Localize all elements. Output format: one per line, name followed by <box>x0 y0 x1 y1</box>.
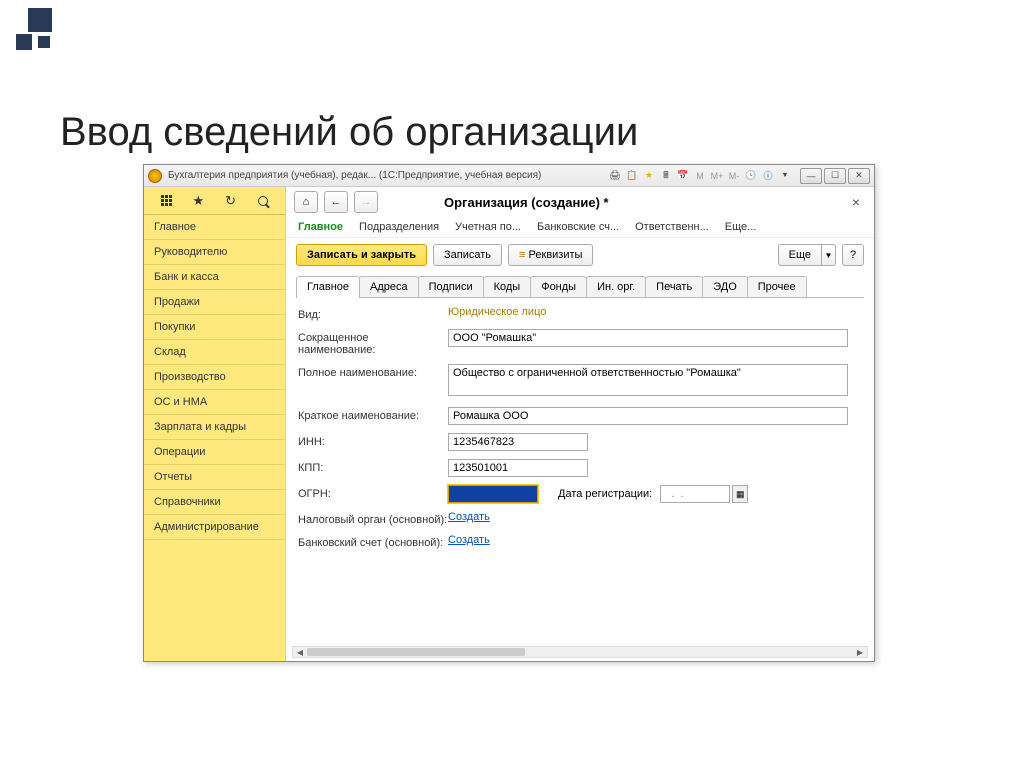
inner-tab-print[interactable]: Печать <box>645 276 703 297</box>
page-title: Организация (создание) * <box>444 195 609 210</box>
home-button[interactable]: ⌂ <box>294 191 318 213</box>
inner-tab-funds[interactable]: Фонды <box>530 276 587 297</box>
kpp-label: КПП: <box>298 459 448 474</box>
minimize-button[interactable]: — <box>800 168 822 184</box>
ogrn-label: ОГРН: <box>298 485 448 500</box>
ogrn-input[interactable] <box>448 485 538 503</box>
app-logo-icon <box>148 169 162 183</box>
more-button[interactable]: Еще <box>778 244 822 266</box>
clock-icon[interactable]: 🕓 <box>744 169 758 183</box>
sidebar-item-main[interactable]: Главное <box>144 215 285 240</box>
section-tab-accounting[interactable]: Учетная по... <box>455 221 521 233</box>
vid-value[interactable]: Юридическое лицо <box>448 306 862 318</box>
favorites-star-icon[interactable]: ★ <box>190 193 206 209</box>
window-title-text: Бухгалтерия предприятия (учебная), редак… <box>168 170 541 181</box>
sidebar-item-purchases[interactable]: Покупки <box>144 315 285 340</box>
sidebar-item-warehouse[interactable]: Склад <box>144 340 285 365</box>
calendar-icon[interactable]: 📅 <box>676 169 690 183</box>
kpp-input[interactable] <box>448 459 588 477</box>
inner-tab-main[interactable]: Главное <box>296 276 360 297</box>
m-plus-button[interactable]: M+ <box>710 169 724 183</box>
close-window-button[interactable]: ✕ <box>848 168 870 184</box>
tax-create-link[interactable]: Создать <box>448 511 490 523</box>
calc-icon[interactable]: 🖩 <box>659 169 673 183</box>
m-minus-button[interactable]: M- <box>727 169 741 183</box>
close-page-button[interactable]: × <box>846 194 866 210</box>
bank-create-link[interactable]: Создать <box>448 534 490 546</box>
full-name-label: Полное наименование: <box>298 364 448 379</box>
regdate-label: Дата регистрации: <box>558 488 652 500</box>
titlebar-tool-icons: 🖨 📋 ★ 🖩 📅 M M+ M- 🕓 ⓘ ▼ <box>608 169 792 183</box>
maximize-button[interactable]: ☐ <box>824 168 846 184</box>
inner-tab-signatures[interactable]: Подписи <box>418 276 484 297</box>
sidebar-item-admin[interactable]: Администрирование <box>144 515 285 540</box>
sidebar-item-catalogs[interactable]: Справочники <box>144 490 285 515</box>
info-icon[interactable]: ⓘ <box>761 169 775 183</box>
inner-tab-edo[interactable]: ЭДО <box>702 276 748 297</box>
horizontal-scrollbar[interactable]: ◀ ▶ <box>292 646 868 658</box>
dropdown-icon[interactable]: ▼ <box>778 169 792 183</box>
apps-grid-icon[interactable] <box>158 193 174 209</box>
vid-label: Вид: <box>298 306 448 321</box>
section-tab-bank[interactable]: Банковские сч... <box>537 221 619 233</box>
sidebar-item-sales[interactable]: Продажи <box>144 290 285 315</box>
sidebar: ★ ↻ Главное Руководителю Банк и касса Пр… <box>144 187 286 661</box>
print-icon[interactable]: 🖨 <box>608 169 622 183</box>
inner-tab-codes[interactable]: Коды <box>483 276 532 297</box>
more-dropdown-icon[interactable]: ▼ <box>822 244 836 266</box>
brief-name-label: Краткое наименование: <box>298 407 448 422</box>
sidebar-item-bank[interactable]: Банк и касса <box>144 265 285 290</box>
section-tab-more[interactable]: Еще... <box>725 221 757 233</box>
bank-account-label: Банковский счет (основной): <box>298 534 448 549</box>
search-icon[interactable] <box>255 193 271 209</box>
form-area: Вид: Юридическое лицо Сокращенное наимен… <box>286 298 874 565</box>
inn-input[interactable] <box>448 433 588 451</box>
props-button[interactable]: ≡ Реквизиты <box>508 244 593 266</box>
save-button[interactable]: Записать <box>433 244 502 266</box>
sidebar-item-reports[interactable]: Отчеты <box>144 465 285 490</box>
sidebar-item-salary[interactable]: Зарплата и кадры <box>144 415 285 440</box>
list-icon: ≡ <box>519 249 528 261</box>
save-close-button[interactable]: Записать и закрыть <box>296 244 427 266</box>
section-tab-divisions[interactable]: Подразделения <box>359 221 439 233</box>
copy-icon[interactable]: 📋 <box>625 169 639 183</box>
section-tabs: Главное Подразделения Учетная по... Банк… <box>286 217 874 238</box>
forward-button[interactable]: → <box>354 191 378 213</box>
sidebar-item-operations[interactable]: Операции <box>144 440 285 465</box>
slide-title: Ввод сведений об организации <box>60 110 638 155</box>
sidebar-item-assets[interactable]: ОС и НМА <box>144 390 285 415</box>
regdate-picker-icon[interactable]: ▦ <box>732 485 748 503</box>
tax-authority-label: Налоговый орган (основной): <box>298 511 448 526</box>
inn-label: ИНН: <box>298 433 448 448</box>
star-icon[interactable]: ★ <box>642 169 656 183</box>
scroll-left-icon[interactable]: ◀ <box>293 647 307 657</box>
scroll-right-icon[interactable]: ▶ <box>853 647 867 657</box>
history-icon[interactable]: ↻ <box>223 193 239 209</box>
inner-tabs: Главное Адреса Подписи Коды Фонды Ин. ор… <box>296 276 864 298</box>
app-window: Бухгалтерия предприятия (учебная), редак… <box>143 164 875 662</box>
sidebar-item-production[interactable]: Производство <box>144 365 285 390</box>
main-content: ⌂ ← → Организация (создание) * × Главное… <box>286 187 874 661</box>
sidebar-item-manager[interactable]: Руководителю <box>144 240 285 265</box>
brief-name-input[interactable] <box>448 407 848 425</box>
back-button[interactable]: ← <box>324 191 348 213</box>
inner-tab-other[interactable]: Прочее <box>747 276 807 297</box>
regdate-input[interactable] <box>660 485 730 503</box>
section-tab-responsible[interactable]: Ответственн... <box>635 221 709 233</box>
window-titlebar: Бухгалтерия предприятия (учебная), редак… <box>144 165 874 187</box>
full-name-input[interactable]: Общество с ограниченной ответственностью… <box>448 364 848 396</box>
slide-decoration <box>8 8 56 56</box>
inner-tab-addresses[interactable]: Адреса <box>359 276 419 297</box>
short-name-label: Сокращенное наименование: <box>298 329 448 356</box>
short-name-input[interactable] <box>448 329 848 347</box>
help-button[interactable]: ? <box>842 244 864 266</box>
inner-tab-foreign[interactable]: Ин. орг. <box>586 276 646 297</box>
m-clear-button[interactable]: M <box>693 169 707 183</box>
section-tab-main[interactable]: Главное <box>298 221 343 233</box>
